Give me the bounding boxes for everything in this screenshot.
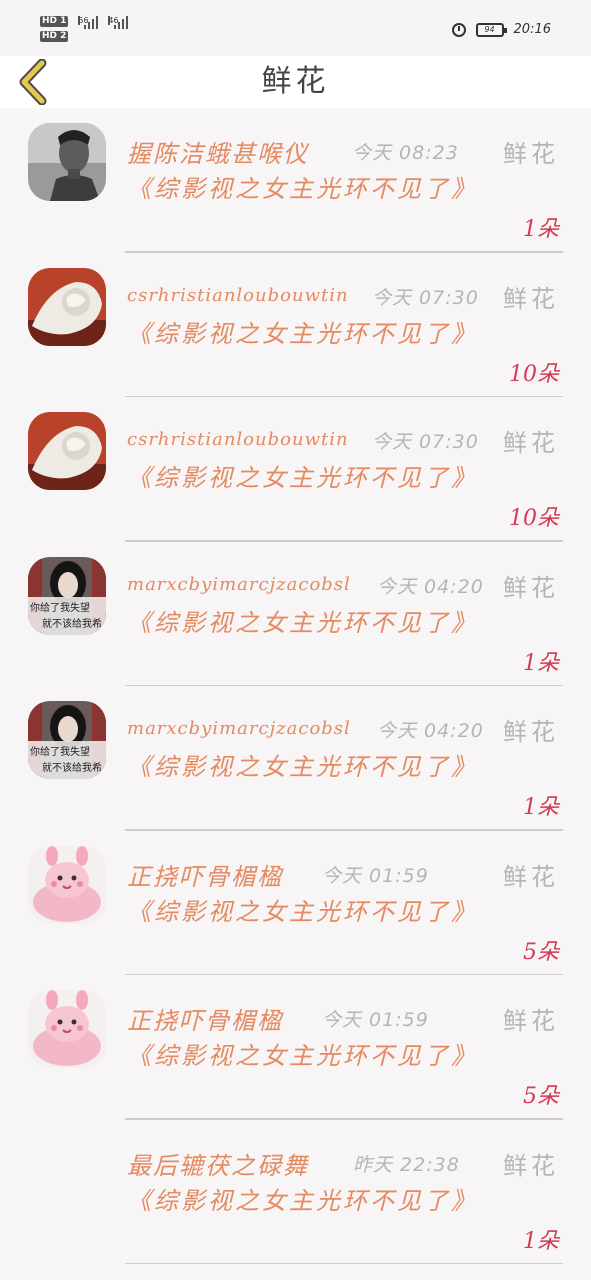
signal-2-icon: 46 bbox=[108, 16, 129, 29]
timestamp: 今天 04:20 bbox=[377, 575, 484, 598]
timestamp: 今天 01:59 bbox=[322, 1009, 429, 1031]
timestamp: 今天 07:30 bbox=[372, 431, 479, 453]
username[interactable]: marxcbyimarcjzacobsl bbox=[127, 718, 351, 739]
avatar-caption-2: 就不该给我希 bbox=[42, 761, 102, 774]
username[interactable]: 握陈洁蛾甚喉仪 bbox=[127, 134, 309, 169]
divider bbox=[125, 1262, 563, 1264]
battery-icon: 94 bbox=[475, 22, 507, 37]
avatar[interactable] bbox=[28, 990, 106, 1068]
avatar[interactable] bbox=[28, 267, 106, 346]
avatar-caption-1: 你给了我失望 bbox=[30, 601, 90, 614]
sim1-badge: HD 1 bbox=[40, 16, 69, 27]
flower-count: 10朵 bbox=[509, 506, 559, 531]
flower-count: 5朵 bbox=[523, 939, 559, 965]
flower-record-list: 握陈洁蛾甚喉仪 今天 08:23 鲜花 《综影视之女主光环不见了》 1朵 csr… bbox=[0, 108, 591, 1264]
network-2-label: 46 bbox=[108, 16, 119, 25]
list-item[interactable]: csrhristianloubouwtin 今天 07:30 鲜花 《综影视之女… bbox=[0, 253, 591, 397]
username[interactable]: 正挠吓骨楣楹 bbox=[127, 857, 283, 892]
list-item[interactable]: 你给了我失望 就不该给我希 marxcbyimarcjzacobsl 今天 04… bbox=[0, 686, 591, 831]
flower-count: 1朵 bbox=[523, 1228, 559, 1254]
list-item[interactable]: 你给了我失望 就不该给我希 marxcbyimarcjzacobsl 今天 04… bbox=[0, 542, 591, 686]
flower-count: 1朵 bbox=[523, 217, 559, 242]
list-item[interactable]: 握陈洁蛾甚喉仪 今天 08:23 鲜花 《综影视之女主光环不见了》 1朵 bbox=[0, 108, 591, 253]
list-item[interactable]: 正挠吓骨楣楹 今天 01:59 鲜花 《综影视之女主光环不见了》 5朵 bbox=[0, 975, 591, 1120]
username[interactable]: csrhristianloubouwtin bbox=[127, 429, 349, 450]
alarm-icon bbox=[451, 22, 466, 37]
avatar[interactable] bbox=[28, 123, 106, 201]
gift-type: 鲜花 bbox=[503, 718, 559, 746]
username[interactable]: csrhristianloubouwtin bbox=[127, 285, 349, 306]
timestamp: 今天 01:59 bbox=[322, 864, 429, 887]
timestamp: 今天 07:30 bbox=[372, 286, 479, 309]
flower-count: 5朵 bbox=[523, 1084, 559, 1109]
flower-count: 1朵 bbox=[523, 650, 559, 676]
username[interactable]: marxcbyimarcjzacobsl bbox=[127, 574, 351, 595]
gift-type: 鲜花 bbox=[503, 1151, 559, 1180]
book-title[interactable]: 《综影视之女主光环不见了》 bbox=[127, 172, 475, 207]
chevron-left-icon bbox=[19, 58, 47, 106]
gift-type: 鲜花 bbox=[503, 573, 559, 602]
book-title[interactable]: 《综影视之女主光环不见了》 bbox=[127, 1039, 475, 1074]
sim2-badge: HD 2 bbox=[40, 31, 69, 42]
book-title[interactable]: 《综影视之女主光环不见了》 bbox=[127, 461, 475, 496]
page-title: 鲜花 bbox=[261, 64, 330, 99]
status-left: HD 1 HD 2 56 46 bbox=[40, 16, 129, 42]
timestamp: 今天 08:23 bbox=[352, 142, 459, 164]
avatar[interactable] bbox=[28, 412, 106, 490]
book-title[interactable]: 《综影视之女主光环不见了》 bbox=[127, 895, 475, 930]
username[interactable]: 最后辘茯之碌舞 bbox=[127, 1146, 309, 1181]
header-bar: 鲜花 bbox=[0, 56, 591, 108]
gift-type: 鲜花 bbox=[503, 1007, 559, 1035]
network-1-label: 56 bbox=[78, 16, 89, 25]
back-button[interactable] bbox=[14, 58, 54, 106]
timestamp: 昨天 22:38 bbox=[353, 1153, 460, 1176]
gift-type: 鲜花 bbox=[503, 284, 559, 313]
book-title[interactable]: 《综影视之女主光环不见了》 bbox=[127, 1184, 475, 1219]
book-title[interactable]: 《综影视之女主光环不见了》 bbox=[127, 317, 475, 352]
gift-type: 鲜花 bbox=[503, 140, 559, 168]
signal-icon: 56 bbox=[78, 16, 99, 29]
username[interactable]: 正挠吓骨楣楹 bbox=[127, 1001, 283, 1036]
avatar-caption-1: 你给了我失望 bbox=[30, 745, 90, 758]
avatar[interactable]: 你给了我失望 就不该给我希 bbox=[28, 556, 106, 635]
avatar-caption-2: 就不该给我希 bbox=[42, 617, 102, 630]
flower-count: 1朵 bbox=[523, 795, 559, 820]
avatar[interactable]: 你给了我失望 就不该给我希 bbox=[28, 701, 106, 779]
list-item[interactable]: 最后辘茯之碌舞 昨天 22:38 鲜花 《综影视之女主光环不见了》 1朵 bbox=[0, 1120, 591, 1264]
list-item[interactable]: csrhristianloubouwtin 今天 07:30 鲜花 《综影视之女… bbox=[0, 397, 591, 542]
timestamp: 今天 04:20 bbox=[377, 720, 484, 742]
book-title[interactable]: 《综影视之女主光环不见了》 bbox=[127, 606, 475, 641]
clock: 20:16 bbox=[513, 22, 551, 37]
book-title[interactable]: 《综影视之女主光环不见了》 bbox=[127, 750, 475, 785]
flower-count: 10朵 bbox=[509, 361, 559, 387]
list-item[interactable]: 正挠吓骨楣楹 今天 01:59 鲜花 《综影视之女主光环不见了》 5朵 bbox=[0, 831, 591, 975]
status-bar: HD 1 HD 2 56 46 94 20:16 bbox=[0, 0, 591, 56]
gift-type: 鲜花 bbox=[503, 862, 559, 891]
gift-type: 鲜花 bbox=[503, 429, 559, 457]
status-right: 94 20:16 bbox=[451, 22, 551, 37]
avatar[interactable] bbox=[28, 845, 106, 924]
